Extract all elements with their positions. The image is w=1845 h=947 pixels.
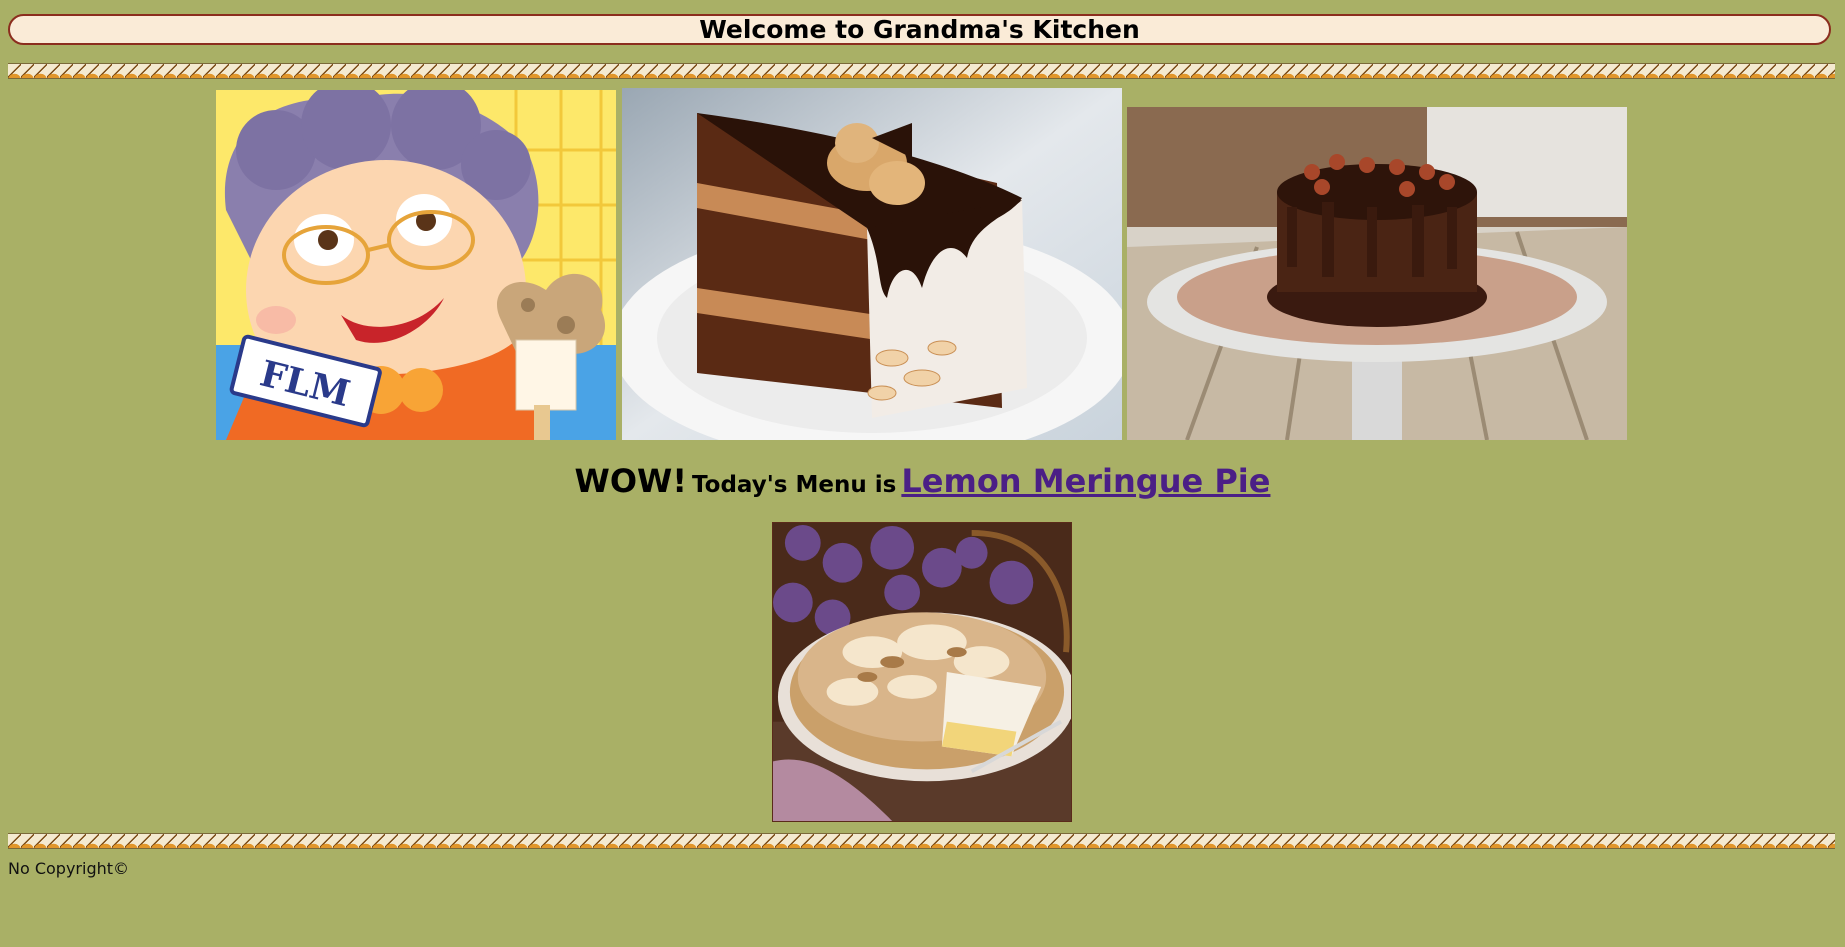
menu-dish-link[interactable]: Lemon Meringue Pie — [901, 462, 1270, 500]
chocolate-cake-slice-photo — [622, 88, 1122, 440]
pie-border-divider-top — [8, 63, 1835, 79]
todays-menu-heading: WOW! Today's Menu is Lemon Meringue Pie — [0, 462, 1845, 500]
chocolate-hazelnut-cake-photo — [1127, 107, 1627, 440]
grandma-illustration: FLM — [216, 90, 616, 440]
lemon-meringue-pie-photo — [772, 522, 1072, 822]
wow-text: WOW! — [574, 462, 687, 500]
header-banner: Welcome to Grandma's Kitchen — [8, 14, 1831, 45]
page-title: Welcome to Grandma's Kitchen — [699, 15, 1140, 44]
copyright-text: No Copyright© — [8, 859, 130, 878]
menu-intro-text: Today's Menu is — [692, 472, 897, 498]
pie-border-divider-bottom — [8, 833, 1835, 849]
